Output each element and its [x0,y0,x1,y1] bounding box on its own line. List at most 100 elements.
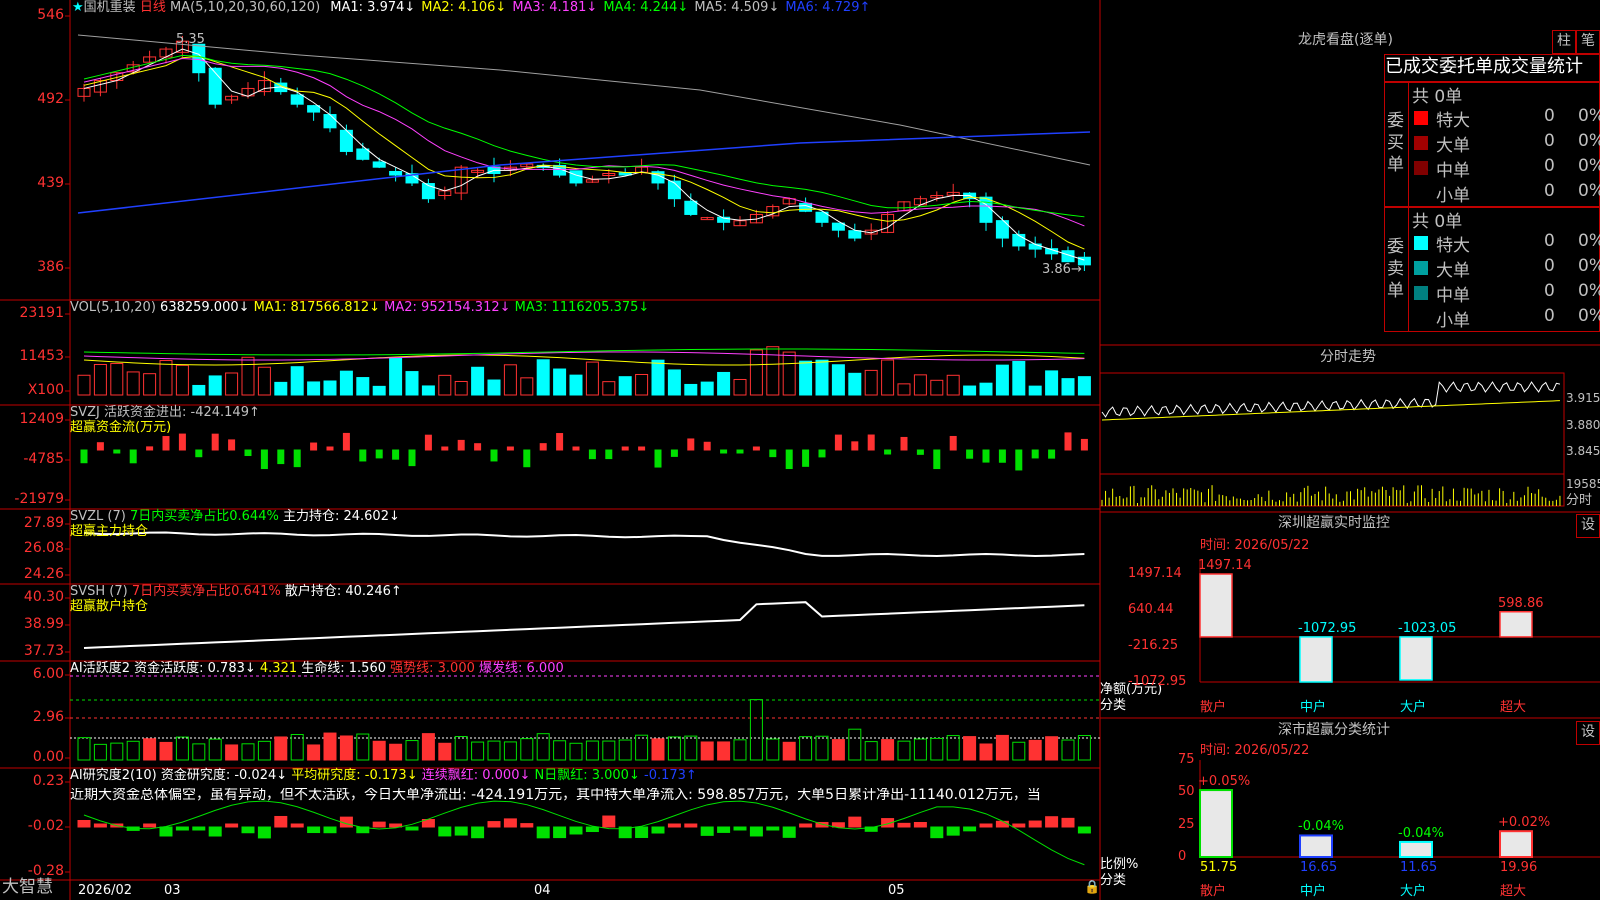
research-bar [1061,817,1075,828]
research-bar [241,826,255,834]
activity-bar [290,734,304,761]
lock-icon[interactable]: 🔒 [1084,880,1100,895]
research-bar [454,826,468,836]
candle-down [208,67,222,105]
stats-bar-value: 11.65 [1400,860,1438,875]
flow-bar [736,449,744,454]
flow-bar [720,449,728,454]
axis-label: 11453 [19,348,64,364]
volume-bar [881,359,895,396]
flow-bar [572,446,580,451]
activity-bar [749,699,763,761]
monitor-category: 大户 [1400,700,1427,715]
research-bar [143,823,157,828]
axis-label: 386 [37,259,64,275]
activity-bar [339,735,353,761]
research-bar [602,815,616,828]
volume-bar [782,351,796,396]
activity-bar [1061,739,1075,761]
flow-bar [211,433,219,451]
axis-label: 26.08 [23,540,64,556]
stats-category: 大户 [1400,884,1427,899]
candle-down [831,222,845,231]
stats-title: 深市超赢分类统计 [1278,722,1390,738]
tick-mode-button[interactable]: 笔 [1576,30,1600,54]
sell-row-count: 0 [1544,281,1555,301]
monitor-category: 中户 [1300,700,1327,715]
stats-bar-0 [1199,789,1233,859]
sell-row-pct: 0% [1578,281,1600,301]
sell-row-name: 中单 [1436,286,1470,306]
ma-values: MA1: 3.974↓ MA2: 4.106↓ MA3: 4.181↓ MA4: 4.… [324,0,870,15]
flow-bar [80,449,88,464]
research-bar [553,826,567,839]
stats-settings-button[interactable]: 设 [1576,721,1600,745]
research-bar [946,826,960,836]
activity-bar [143,738,157,761]
activity-bar [585,740,599,761]
svzl-sub: 超赢主力持仓 [70,524,149,539]
stats-xlabel: 分类 [1100,873,1127,888]
period-label[interactable]: 日线 [140,0,166,15]
flow-bar [851,441,859,451]
svzl-label: SVZL (7) [70,509,126,524]
star-icon[interactable]: ★ [72,0,84,15]
ma-value-5: MA5: 4.509↓ [694,0,780,15]
volume-bar [602,381,616,396]
activity-bar [995,734,1009,761]
research-bar [651,826,665,834]
flow-bar [916,449,924,455]
monitor-bar-3 [1499,610,1533,638]
research-bar [225,823,239,828]
volume-bar [717,371,731,396]
axis-label: -0.02 [27,818,64,834]
volume-bar [389,357,403,396]
activity-bar [487,740,501,761]
activity-bar [815,735,829,761]
activity-bar [799,736,813,761]
research-bar [77,819,91,828]
sell-row-name: 大单 [1436,261,1470,281]
buy-row-pct: 0% [1578,156,1600,176]
research-bar [766,826,780,831]
axis-label: -0.28 [27,863,64,879]
brand-logo: 大智慧 [2,877,53,897]
monitor-category: 超大 [1500,700,1527,715]
flow-bar [1048,449,1056,459]
flow-bar [195,449,203,458]
research-bar [635,826,649,838]
flow-bar [359,449,367,462]
activity-bar [930,737,944,761]
bar-mode-button[interactable]: 柱 [1552,30,1576,54]
sell-total: 共 0单 [1412,212,1463,232]
flow-bar [375,449,383,459]
main-header: ★国机重装 日线 MA(5,10,20,30,60,120) MA1: 3.97… [72,0,870,15]
date-label-2: 03 [164,883,181,898]
flow-bar [703,441,711,451]
flow-bar [457,439,465,451]
buy-row-name: 小单 [1436,186,1470,206]
volume-bar [471,366,485,396]
research-bar [684,823,698,828]
volume-bar [930,379,944,396]
activity-bar [159,741,173,761]
flow-bar [260,449,268,470]
activity-bar [421,733,435,761]
stats-axis-label: 75 [1178,752,1195,767]
research-bar [372,821,386,828]
volume-bar [208,375,222,396]
activity-bar [274,736,288,761]
stats-bar-1 [1299,834,1333,859]
candle-down [1012,233,1026,247]
research-bar [897,822,911,828]
research-bar [405,826,419,831]
candle-down [684,200,698,215]
buy-row-count: 0 [1544,131,1555,151]
research-bar [93,823,107,828]
flow-bar [506,446,514,451]
activity-bar [667,736,681,761]
monitor-settings-button[interactable]: 设 [1576,514,1600,538]
activity-bar [77,737,91,761]
kline-chart-area[interactable] [0,0,1600,900]
research-bar [1077,826,1091,834]
